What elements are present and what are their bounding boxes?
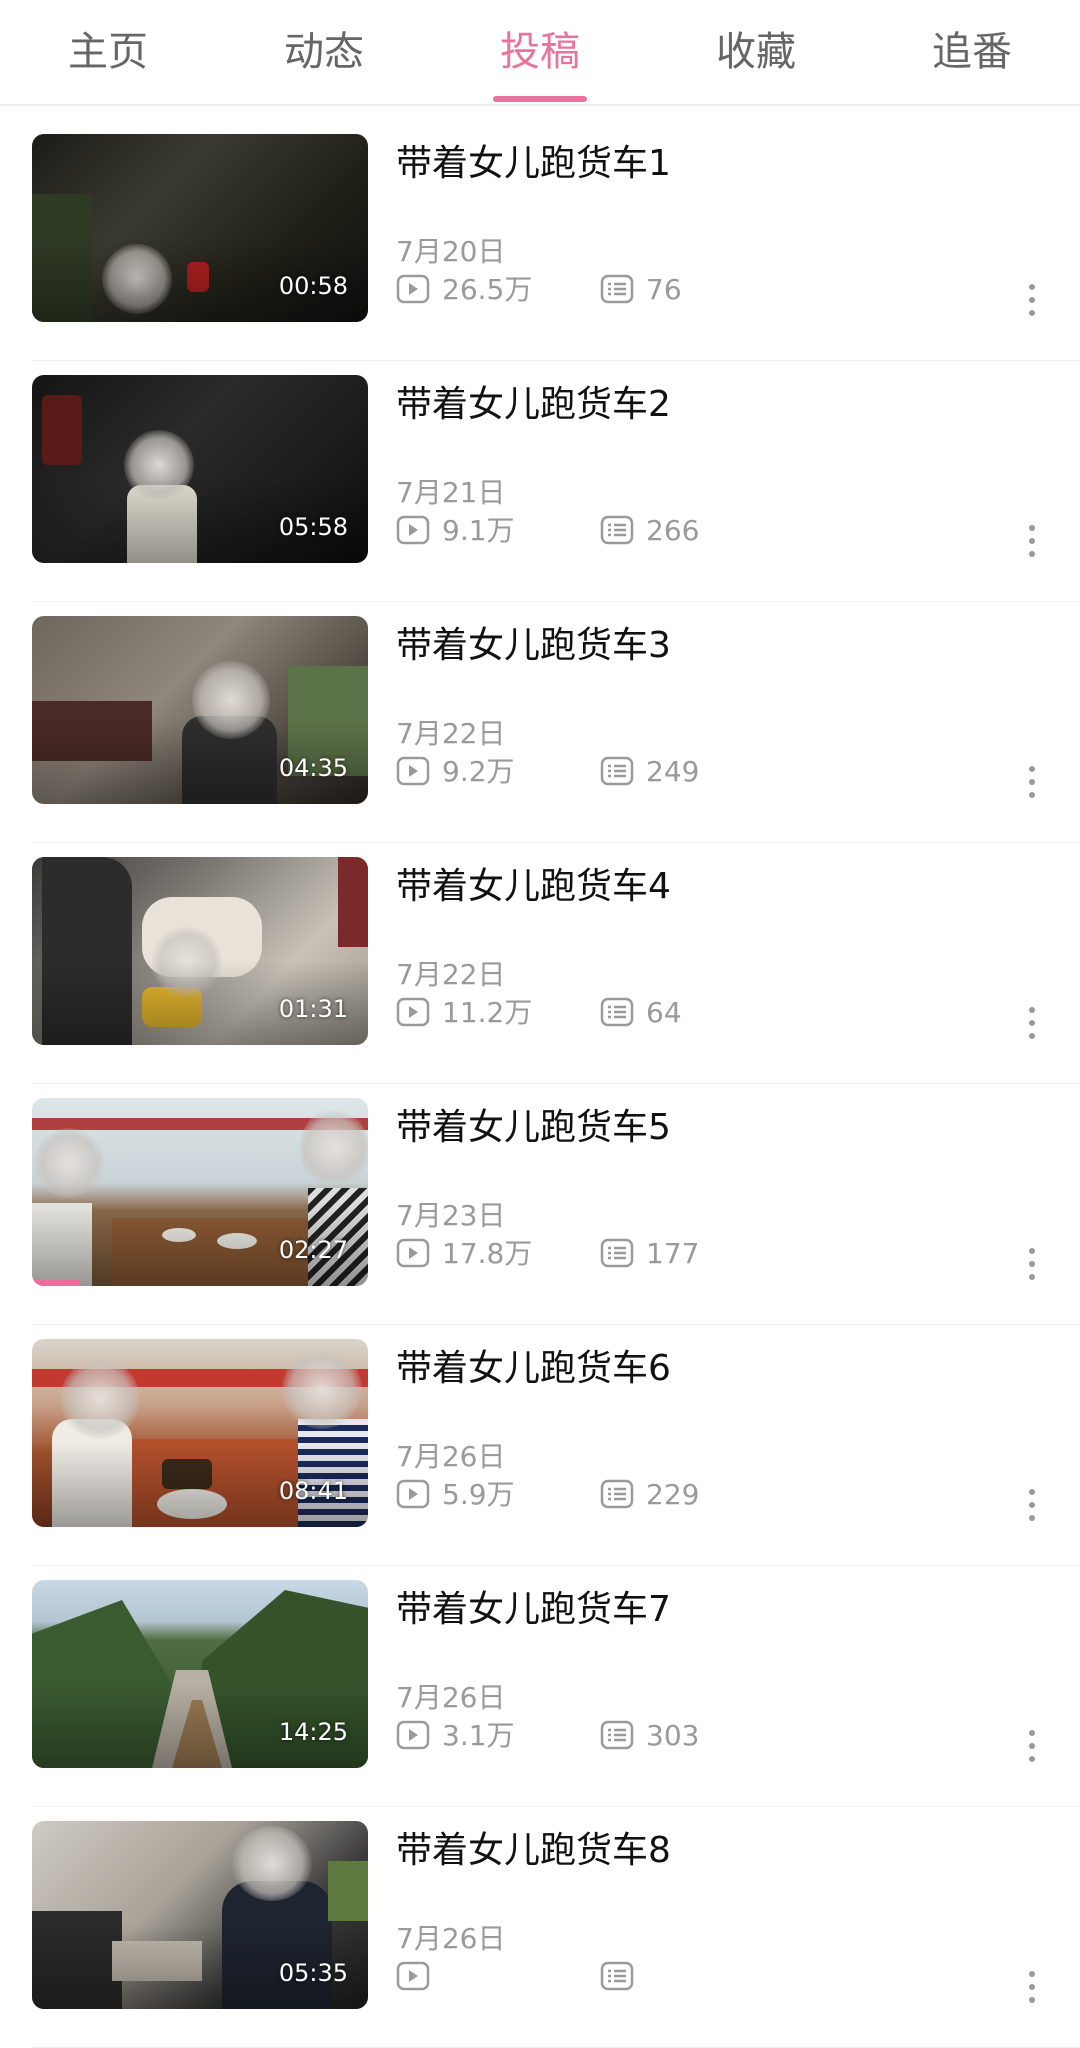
video-date: 7月22日 bbox=[396, 717, 506, 750]
view-count-value: 11.2万 bbox=[442, 996, 533, 1029]
more-vertical-icon[interactable] bbox=[1020, 1967, 1044, 2007]
video-duration: 08:41 bbox=[278, 1477, 348, 1505]
danmaku-comment-icon bbox=[600, 1961, 634, 1991]
comment-count-value: 229 bbox=[646, 1478, 700, 1511]
view-count-value: 17.8万 bbox=[442, 1237, 533, 1270]
tab-favorites[interactable]: 收藏 bbox=[648, 0, 864, 104]
video-thumbnail[interactable]: 05:58 bbox=[32, 375, 368, 563]
play-count-icon bbox=[396, 1961, 430, 1991]
video-date: 7月21日 bbox=[396, 476, 506, 509]
comment-count-value: 303 bbox=[646, 1719, 700, 1752]
video-duration: 04:35 bbox=[278, 754, 348, 782]
video-list-item[interactable]: 08:41 带着女儿跑货车6 7月26日 5.9万 229 bbox=[0, 1325, 1080, 1566]
more-vertical-icon[interactable] bbox=[1020, 521, 1044, 561]
video-thumbnail[interactable]: 02:27 bbox=[32, 1098, 368, 1286]
video-list-item[interactable]: 05:58 带着女儿跑货车2 7月21日 9.1万 266 bbox=[0, 361, 1080, 602]
video-title[interactable]: 带着女儿跑货车4 bbox=[396, 857, 671, 909]
more-vertical-icon[interactable] bbox=[1020, 1485, 1044, 1525]
danmaku-comment-icon bbox=[600, 756, 634, 786]
video-date: 7月23日 bbox=[396, 1199, 506, 1232]
play-count-icon bbox=[396, 756, 430, 786]
video-thumbnail[interactable]: 04:35 bbox=[32, 616, 368, 804]
play-count-icon bbox=[396, 997, 430, 1027]
video-date: 7月20日 bbox=[396, 235, 506, 268]
video-title[interactable]: 带着女儿跑货车5 bbox=[396, 1098, 671, 1150]
video-date: 7月26日 bbox=[396, 1681, 506, 1714]
tab-bar: 主页 动态 投稿 收藏 追番 bbox=[0, 0, 1080, 106]
active-tab-indicator bbox=[493, 96, 587, 102]
video-duration: 14:25 bbox=[278, 1718, 348, 1746]
play-count-icon bbox=[396, 274, 430, 304]
play-count-icon bbox=[396, 515, 430, 545]
tab-uploads[interactable]: 投稿 bbox=[432, 0, 648, 104]
video-date: 7月22日 bbox=[396, 958, 506, 991]
video-date: 7月26日 bbox=[396, 1440, 506, 1473]
danmaku-comment-icon bbox=[600, 1720, 634, 1750]
more-vertical-icon[interactable] bbox=[1020, 1244, 1044, 1284]
danmaku-comment-icon bbox=[600, 274, 634, 304]
danmaku-comment-icon bbox=[600, 1479, 634, 1509]
more-vertical-icon[interactable] bbox=[1020, 1726, 1044, 1766]
video-thumbnail[interactable]: 05:35 bbox=[32, 1821, 368, 2009]
video-duration: 01:31 bbox=[278, 995, 348, 1023]
video-list-item[interactable]: 04:35 带着女儿跑货车3 7月22日 9.2万 249 bbox=[0, 602, 1080, 843]
video-duration: 00:58 bbox=[278, 272, 348, 300]
view-count-value: 26.5万 bbox=[442, 273, 533, 306]
watch-progress-bar bbox=[32, 1280, 80, 1286]
video-list-item[interactable]: 01:31 带着女儿跑货车4 7月22日 11.2万 64 bbox=[0, 843, 1080, 1084]
more-vertical-icon[interactable] bbox=[1020, 1003, 1044, 1043]
video-duration: 05:35 bbox=[278, 1959, 348, 1987]
play-count-icon bbox=[396, 1238, 430, 1268]
video-duration: 02:27 bbox=[278, 1236, 348, 1264]
danmaku-comment-icon bbox=[600, 1238, 634, 1268]
comment-count-value: 64 bbox=[646, 996, 682, 1029]
video-title[interactable]: 带着女儿跑货车6 bbox=[396, 1339, 671, 1391]
video-title[interactable]: 带着女儿跑货车1 bbox=[396, 134, 671, 186]
view-count-value: 9.2万 bbox=[442, 755, 515, 788]
video-thumbnail[interactable]: 01:31 bbox=[32, 857, 368, 1045]
video-thumbnail[interactable]: 14:25 bbox=[32, 1580, 368, 1768]
view-count-value: 5.9万 bbox=[442, 1478, 515, 1511]
comment-count-value: 249 bbox=[646, 755, 700, 788]
video-list-item[interactable]: 02:27 带着女儿跑货车5 7月23日 17.8万 177 bbox=[0, 1084, 1080, 1325]
video-list-item[interactable]: 00:58 带着女儿跑货车1 7月20日 26.5万 76 bbox=[0, 120, 1080, 361]
video-title[interactable]: 带着女儿跑货车7 bbox=[396, 1580, 671, 1632]
danmaku-comment-icon bbox=[600, 515, 634, 545]
comment-count-value: 177 bbox=[646, 1237, 700, 1270]
more-vertical-icon[interactable] bbox=[1020, 762, 1044, 802]
comment-count-value: 76 bbox=[646, 273, 682, 306]
video-list-item[interactable]: 05:35 带着女儿跑货车8 7月26日 bbox=[0, 1807, 1080, 2048]
tab-bangumi[interactable]: 追番 bbox=[864, 0, 1080, 104]
video-duration: 05:58 bbox=[278, 513, 348, 541]
video-thumbnail[interactable]: 00:58 bbox=[32, 134, 368, 322]
video-title[interactable]: 带着女儿跑货车3 bbox=[396, 616, 671, 668]
video-title[interactable]: 带着女儿跑货车2 bbox=[396, 375, 671, 427]
tab-home[interactable]: 主页 bbox=[0, 0, 216, 104]
comment-count-value: 266 bbox=[646, 514, 700, 547]
video-date: 7月26日 bbox=[396, 1922, 506, 1955]
view-count-value: 9.1万 bbox=[442, 514, 515, 547]
video-title[interactable]: 带着女儿跑货车8 bbox=[396, 1821, 671, 1873]
play-count-icon bbox=[396, 1720, 430, 1750]
video-list-item[interactable]: 14:25 带着女儿跑货车7 7月26日 3.1万 303 bbox=[0, 1566, 1080, 1807]
video-thumbnail[interactable]: 08:41 bbox=[32, 1339, 368, 1527]
play-count-icon bbox=[396, 1479, 430, 1509]
tab-dynamics[interactable]: 动态 bbox=[216, 0, 432, 104]
view-count-value: 3.1万 bbox=[442, 1719, 515, 1752]
more-vertical-icon[interactable] bbox=[1020, 280, 1044, 320]
danmaku-comment-icon bbox=[600, 997, 634, 1027]
